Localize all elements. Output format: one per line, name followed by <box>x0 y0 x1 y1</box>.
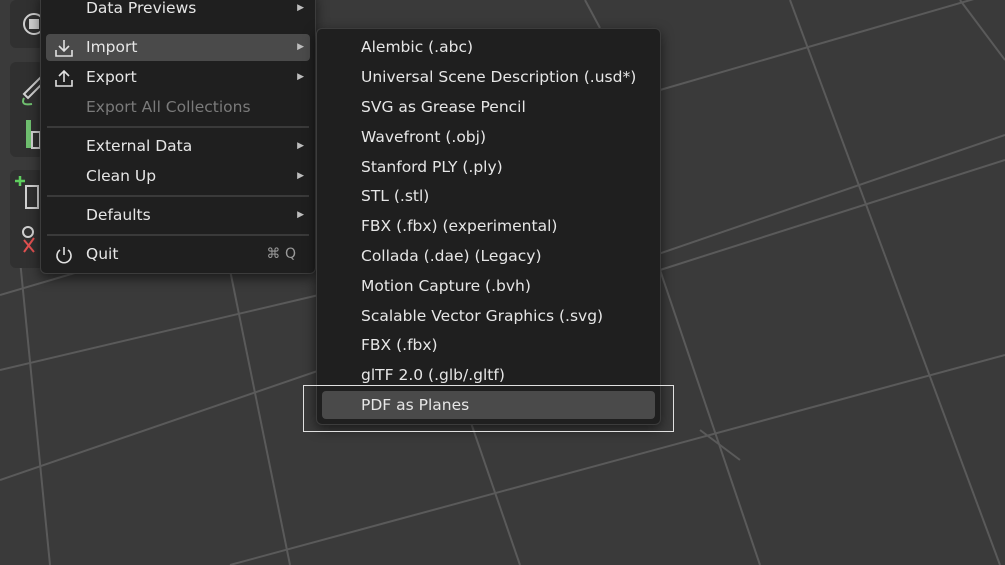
import-option-usd[interactable]: Universal Scene Description (.usd*) <box>322 63 655 91</box>
cursor-transform-icon <box>23 13 44 35</box>
menu-item-external-data[interactable]: External Data ▶ <box>46 133 310 160</box>
menu-separator <box>47 234 309 236</box>
submenu-arrow-icon: ▶ <box>297 141 304 151</box>
import-option-motion-capture[interactable]: Motion Capture (.bvh) <box>322 272 655 300</box>
add-tools-group[interactable] <box>10 170 44 268</box>
import-icon <box>55 40 73 57</box>
submenu-arrow-icon: ▶ <box>297 210 304 220</box>
menu-item-clean-up[interactable]: Clean Up ▶ <box>46 163 310 190</box>
menu-item-label: Data Previews <box>86 0 197 17</box>
menu-item-label: Import <box>86 38 138 56</box>
keyboard-shortcut: ⌘ Q <box>266 246 296 262</box>
menu-item-data-previews[interactable]: Data Previews ▶ <box>46 0 310 22</box>
menu-item-label: Quit <box>86 245 119 263</box>
menu-item-label: Clean Up <box>86 167 157 185</box>
menu-item-import[interactable]: Import ▶ <box>46 34 310 61</box>
import-option-collada[interactable]: Collada (.dae) (Legacy) <box>322 242 655 270</box>
menu-item-export-all-collections: Export All Collections <box>46 94 310 121</box>
import-option-label: Alembic (.abc) <box>361 38 474 56</box>
submenu-arrow-icon: ▶ <box>297 171 304 181</box>
import-option-stanford-ply[interactable]: Stanford PLY (.ply) <box>322 153 655 181</box>
tool-shelf <box>10 0 44 270</box>
export-icon <box>55 69 73 87</box>
import-option-wavefront-obj[interactable]: Wavefront (.obj) <box>322 123 655 151</box>
submenu-arrow-icon: ▶ <box>297 42 304 52</box>
import-option-label: Stanford PLY (.ply) <box>361 158 503 176</box>
view-tool-button[interactable] <box>10 0 44 48</box>
import-option-label: Collada (.dae) (Legacy) <box>361 247 542 265</box>
selection-highlight-box <box>303 385 674 432</box>
add-cube-icon <box>15 176 39 253</box>
import-option-label: Scalable Vector Graphics (.svg) <box>361 307 604 325</box>
menu-item-label: Export <box>86 68 137 86</box>
import-option-label: Wavefront (.obj) <box>361 128 486 146</box>
menu-item-export[interactable]: Export ▶ <box>46 64 310 91</box>
import-submenu: Alembic (.abc) Universal Scene Descripti… <box>316 28 661 425</box>
import-option-fbx[interactable]: FBX (.fbx) <box>322 331 655 359</box>
submenu-arrow-icon: ▶ <box>297 3 304 13</box>
import-option-label: STL (.stl) <box>361 187 430 205</box>
pencil-icon <box>22 76 44 149</box>
import-option-alembic[interactable]: Alembic (.abc) <box>322 33 655 61</box>
import-option-scalable-vector-graphics[interactable]: Scalable Vector Graphics (.svg) <box>322 302 655 330</box>
menu-item-defaults[interactable]: Defaults ▶ <box>46 202 310 229</box>
power-icon <box>56 247 72 264</box>
import-option-stl[interactable]: STL (.stl) <box>322 182 655 210</box>
menu-separator <box>47 126 309 128</box>
import-option-label: FBX (.fbx) (experimental) <box>361 217 558 235</box>
menu-item-label: Export All Collections <box>86 98 251 116</box>
import-option-svg-grease-pencil[interactable]: SVG as Grease Pencil <box>322 93 655 121</box>
menu-separator <box>47 195 309 197</box>
menu-item-label: External Data <box>86 137 193 155</box>
edit-tools-group[interactable] <box>10 62 44 157</box>
import-option-fbx-experimental[interactable]: FBX (.fbx) (experimental) <box>322 212 655 240</box>
menu-item-label: Defaults <box>86 206 151 224</box>
import-option-label: Motion Capture (.bvh) <box>361 277 531 295</box>
import-option-label: SVG as Grease Pencil <box>361 98 526 116</box>
menu-item-quit[interactable]: Quit ⌘ Q <box>46 241 310 268</box>
file-menu: Data Previews ▶ Import ▶ Export ▶ Export… <box>40 0 316 274</box>
submenu-arrow-icon: ▶ <box>297 72 304 82</box>
import-option-label: FBX (.fbx) <box>361 336 438 354</box>
import-option-label: Universal Scene Description (.usd*) <box>361 68 637 86</box>
